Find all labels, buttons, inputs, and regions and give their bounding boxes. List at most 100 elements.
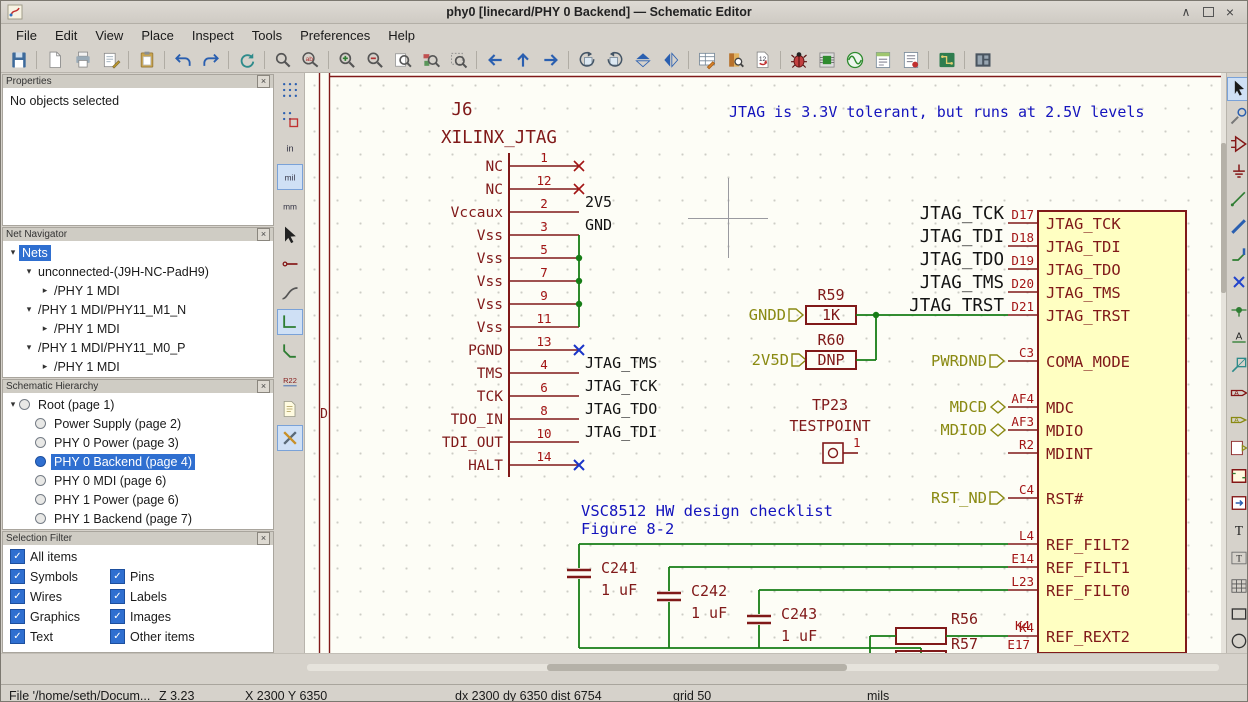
filter-checkbox-text[interactable]: ✓Text xyxy=(10,629,110,644)
close-icon[interactable]: × xyxy=(257,75,270,88)
pin-name[interactable]: JTAG_TMS xyxy=(1046,284,1121,302)
wiring-45-button[interactable] xyxy=(277,338,303,364)
net-tree-item[interactable]: ▾/PHY 1 MDI/PHY11_M1_N xyxy=(3,300,273,319)
rotate-cw-button[interactable] xyxy=(601,47,628,72)
menu-file[interactable]: File xyxy=(7,25,46,46)
testpoint-tp23[interactable]: TP23 TESTPOINT 1 xyxy=(789,396,870,463)
pin-name[interactable]: Vccaux xyxy=(451,205,504,221)
pin-number[interactable]: 9 xyxy=(540,288,548,303)
pin-number[interactable]: L23 xyxy=(1011,574,1034,589)
tree-collapse-icon[interactable]: ▾ xyxy=(7,247,19,258)
pin-number[interactable]: C4 xyxy=(1019,482,1034,497)
hierarchy-sheet-item[interactable]: PHY 0 MDI (page 6) xyxy=(3,471,273,490)
hierarchy-sheet-label[interactable]: PHY 0 Power (page 3) xyxy=(51,435,182,451)
hierarchy-sheet-label[interactable]: Root (page 1) xyxy=(35,397,117,413)
assign-footprints-button[interactable] xyxy=(813,47,840,72)
filter-checkbox-symbols[interactable]: ✓Symbols xyxy=(10,569,110,584)
hierarchical-label-tool-button[interactable]: A xyxy=(1227,409,1248,433)
redo-button[interactable] xyxy=(197,47,224,72)
checkbox-icon[interactable]: ✓ xyxy=(10,589,25,604)
pin-name[interactable]: TDI_OUT xyxy=(442,435,503,451)
net-tree-label[interactable]: Nets xyxy=(19,245,51,261)
global-label-tool-button[interactable]: A xyxy=(1227,381,1248,405)
wire-tool-button[interactable] xyxy=(1227,188,1248,212)
resistor-r56[interactable]: R56 K4 xyxy=(870,610,1030,653)
close-icon[interactable]: × xyxy=(257,228,270,241)
hidden-pins-button[interactable] xyxy=(277,251,303,277)
pin-name[interactable]: TCK xyxy=(477,389,503,405)
import-sheet-pin-tool-button[interactable] xyxy=(1227,491,1248,515)
mirror-vertical-button[interactable] xyxy=(629,47,656,72)
checkbox-icon[interactable]: ✓ xyxy=(10,609,25,624)
net-label-gnd[interactable]: GND xyxy=(585,216,612,234)
hier-label-2v5d[interactable]: 2V5D xyxy=(752,351,789,369)
net-tree-label[interactable]: /PHY 1 MDI xyxy=(51,321,123,337)
symbol-library-links-button[interactable] xyxy=(721,47,748,72)
hier-label-rst-nd[interactable]: RST_ND xyxy=(931,489,987,507)
unit-mm-button[interactable]: mm xyxy=(277,193,303,219)
pin-number[interactable]: D20 xyxy=(1011,276,1034,291)
crosshair-cursor-button[interactable] xyxy=(277,222,303,248)
nav-back-button[interactable] xyxy=(481,47,508,72)
pin-number[interactable]: 8 xyxy=(540,403,548,418)
pin-name[interactable]: Vss xyxy=(477,251,503,267)
text-tool-button[interactable]: T xyxy=(1227,519,1248,543)
bus-tool-button[interactable] xyxy=(1227,215,1248,239)
netclass-directive-tool-button[interactable] xyxy=(1227,353,1248,377)
pin-number[interactable]: D21 xyxy=(1011,299,1034,314)
simulator-button[interactable] xyxy=(841,47,868,72)
filter-checkbox-all-items[interactable]: ✓All items xyxy=(10,549,266,564)
tree-collapse-icon[interactable]: ▾ xyxy=(7,399,19,410)
pin-name[interactable]: TDO_IN xyxy=(451,412,503,428)
pin-name[interactable]: Vss xyxy=(477,228,503,244)
net-tree-label[interactable]: /PHY 1 MDI/PHY11_M0_P xyxy=(35,340,189,356)
symbol-fields-table-button[interactable] xyxy=(693,47,720,72)
net-tree-label[interactable]: unconnected-(J9H-NC-PadH9) xyxy=(35,264,212,280)
hierarchy-sheet-item[interactable]: Power Supply (page 2) xyxy=(3,414,273,433)
pin-name[interactable]: JTAG_TRST xyxy=(1046,307,1130,325)
grid-overrides-button[interactable] xyxy=(277,106,303,132)
tree-collapse-icon[interactable]: ▾ xyxy=(23,266,35,277)
pin-number[interactable]: 6 xyxy=(540,380,548,395)
pin-number[interactable]: 7 xyxy=(540,265,548,280)
no-connect-tool-button[interactable] xyxy=(1227,270,1248,294)
net-tree-item[interactable]: ▾Nets xyxy=(3,243,273,262)
rectangle-tool-button[interactable] xyxy=(1227,602,1248,626)
hierarchy-sheet-label[interactable]: Power Supply (page 2) xyxy=(51,416,184,432)
pin-name[interactable]: Vss xyxy=(477,274,503,290)
tree-collapse-icon[interactable]: ▾ xyxy=(23,342,35,353)
hierarchical-sheet-tool-button[interactable] xyxy=(1227,464,1248,488)
pin-number[interactable]: D19 xyxy=(1011,253,1034,268)
filter-checkbox-wires[interactable]: ✓Wires xyxy=(10,589,110,604)
tree-expand-icon[interactable]: ▸ xyxy=(39,285,51,296)
pin-name[interactable]: JTAG_TCK xyxy=(1046,215,1121,233)
save-button[interactable] xyxy=(5,47,32,72)
checkbox-icon[interactable]: ✓ xyxy=(110,609,125,624)
hier-label-mdiod[interactable]: MDIOD xyxy=(940,421,987,439)
unit-inches-button[interactable]: in xyxy=(277,135,303,161)
rotate-ccw-button[interactable] xyxy=(573,47,600,72)
undo-button[interactable] xyxy=(169,47,196,72)
pin-name[interactable]: MDINT xyxy=(1046,445,1093,463)
pin-name[interactable]: REF_REXT2 xyxy=(1046,628,1130,646)
hierarchy-sheet-item[interactable]: PHY 0 Power (page 3) xyxy=(3,433,273,452)
select-tool-button[interactable] xyxy=(1227,77,1248,101)
hierarchy-sheet-item[interactable]: PHY 0 Backend (page 4) xyxy=(3,452,273,471)
c243-ref[interactable]: C243 xyxy=(781,605,817,623)
hierarchy-pane-button[interactable] xyxy=(277,396,303,422)
close-button[interactable]: × xyxy=(1219,4,1241,20)
highlight-net-tool-button[interactable] xyxy=(1227,105,1248,129)
pin-number[interactable]: L4 xyxy=(1019,528,1034,543)
mirror-horizontal-button[interactable] xyxy=(657,47,684,72)
pin-number[interactable]: 5 xyxy=(540,242,548,257)
minimize-button[interactable]: ∧ xyxy=(1175,4,1197,20)
pin-name[interactable]: NC xyxy=(486,182,503,198)
filter-checkbox-pins[interactable]: ✓Pins xyxy=(110,569,266,584)
net-tree-item[interactable]: ▾/PHY 1 MDI/PHY11_M0_P xyxy=(3,338,273,357)
hierarchy-sheet-item[interactable]: ▾ Root (page 1) xyxy=(3,395,273,414)
menu-edit[interactable]: Edit xyxy=(46,25,86,46)
checkbox-icon[interactable]: ✓ xyxy=(10,549,25,564)
horizontal-scrollbar[interactable] xyxy=(307,664,1219,671)
hierarchy-sheet-label[interactable]: PHY 1 Backend (page 7) xyxy=(51,511,195,527)
pin-number[interactable]: 1 xyxy=(540,150,548,165)
